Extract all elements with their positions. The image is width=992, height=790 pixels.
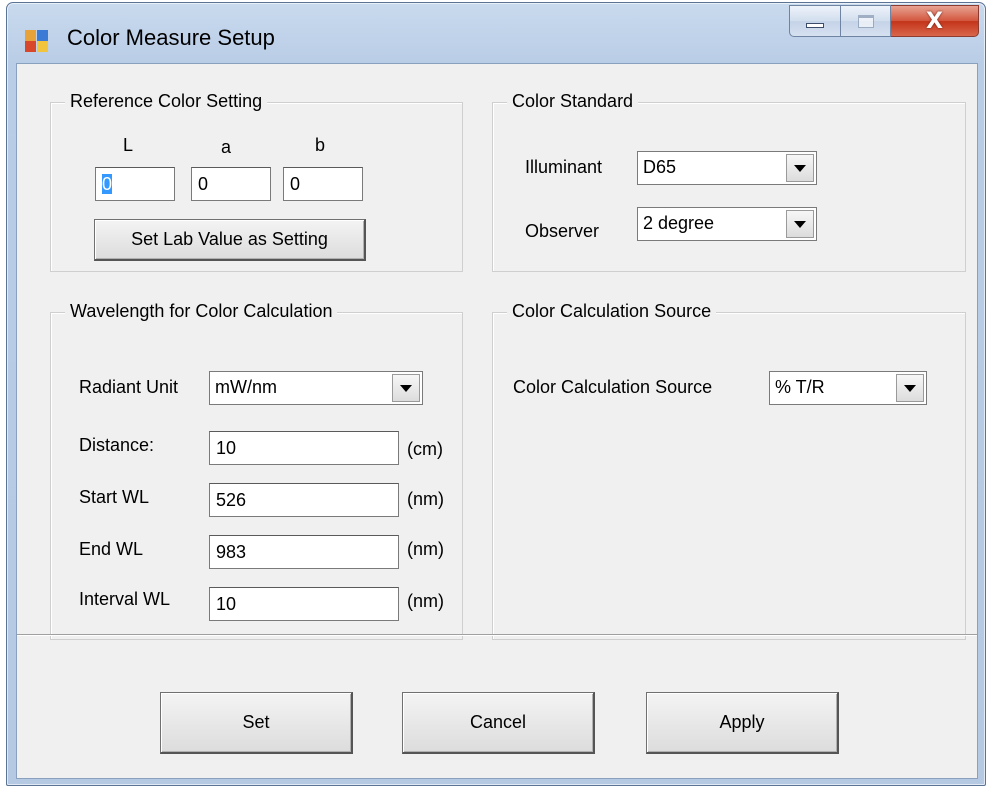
maximize-icon bbox=[857, 14, 874, 28]
dropdown-arrow-icon[interactable] bbox=[896, 374, 924, 402]
end-wl-value: 983 bbox=[216, 542, 247, 562]
l-input[interactable]: 0 bbox=[95, 167, 175, 201]
start-wl-value: 526 bbox=[216, 490, 247, 510]
reference-color-legend: Reference Color Setting bbox=[65, 91, 268, 112]
minimize-button[interactable] bbox=[789, 5, 841, 37]
illuminant-value: D65 bbox=[643, 157, 677, 177]
distance-unit: (cm) bbox=[407, 439, 443, 459]
color-standard-group: Color Standard Illuminant D65 Observer 2… bbox=[492, 91, 966, 272]
a-label: a bbox=[221, 137, 232, 157]
dialog-client-area: Reference Color Setting L a b 0 0 0 Set … bbox=[16, 63, 978, 779]
set-lab-value-button[interactable]: Set Lab Value as Setting bbox=[94, 219, 366, 261]
caption-buttons: X bbox=[789, 5, 979, 37]
cancel-button[interactable]: Cancel bbox=[402, 692, 595, 754]
calc-source-label: Color Calculation Source bbox=[513, 377, 713, 397]
wavelength-group: Wavelength for Color Calculation Radiant… bbox=[50, 301, 463, 640]
interval-wl-input[interactable]: 10 bbox=[209, 587, 399, 621]
dropdown-arrow-icon[interactable] bbox=[786, 154, 814, 182]
apply-button[interactable]: Apply bbox=[646, 692, 839, 754]
illuminant-label: Illuminant bbox=[525, 157, 603, 177]
start-wl-input[interactable]: 526 bbox=[209, 483, 399, 517]
dialog-window: Color Measure Setup X Reference Color Se… bbox=[6, 2, 986, 786]
calc-source-value: % T/R bbox=[775, 377, 825, 397]
distance-value: 10 bbox=[216, 438, 237, 458]
close-icon: X bbox=[926, 8, 943, 34]
end-wl-label: End WL bbox=[79, 539, 144, 559]
b-input[interactable]: 0 bbox=[283, 167, 363, 201]
end-wl-input[interactable]: 983 bbox=[209, 535, 399, 569]
minimize-icon bbox=[806, 22, 824, 28]
observer-select[interactable]: 2 degree bbox=[637, 207, 817, 241]
set-button[interactable]: Set bbox=[160, 692, 353, 754]
interval-wl-value: 10 bbox=[216, 594, 237, 614]
start-wl-unit: (nm) bbox=[407, 489, 444, 509]
end-wl-unit: (nm) bbox=[407, 539, 444, 559]
close-button[interactable]: X bbox=[891, 5, 979, 37]
interval-wl-label: Interval WL bbox=[79, 589, 171, 609]
interval-wl-unit: (nm) bbox=[407, 591, 444, 611]
window-title: Color Measure Setup bbox=[67, 25, 275, 50]
color-standard-legend: Color Standard bbox=[507, 91, 639, 112]
radiant-unit-label: Radiant Unit bbox=[79, 377, 179, 397]
reference-color-group: Reference Color Setting L a b 0 0 0 Set … bbox=[50, 91, 463, 272]
a-input[interactable]: 0 bbox=[191, 167, 271, 201]
illuminant-select[interactable]: D65 bbox=[637, 151, 817, 185]
app-icon bbox=[25, 28, 49, 52]
maximize-button bbox=[841, 5, 891, 37]
observer-value: 2 degree bbox=[643, 213, 715, 233]
b-label: b bbox=[315, 135, 326, 155]
observer-label: Observer bbox=[525, 221, 600, 241]
distance-input[interactable]: 10 bbox=[209, 431, 399, 465]
l-label: L bbox=[123, 135, 134, 155]
wavelength-legend: Wavelength for Color Calculation bbox=[65, 301, 338, 322]
radiant-unit-value: mW/nm bbox=[215, 377, 277, 397]
calc-source-select[interactable]: % T/R bbox=[769, 371, 927, 405]
title-bar[interactable]: Color Measure Setup X bbox=[7, 3, 985, 63]
distance-label: Distance: bbox=[79, 435, 155, 455]
a-input-value: 0 bbox=[198, 174, 209, 194]
l-input-value: 0 bbox=[102, 174, 113, 194]
dropdown-arrow-icon[interactable] bbox=[786, 210, 814, 238]
button-separator bbox=[17, 634, 977, 636]
calc-source-legend: Color Calculation Source bbox=[507, 301, 717, 322]
start-wl-label: Start WL bbox=[79, 487, 150, 507]
dropdown-arrow-icon[interactable] bbox=[392, 374, 420, 402]
calc-source-group: Color Calculation Source Color Calculati… bbox=[492, 301, 966, 640]
radiant-unit-select[interactable]: mW/nm bbox=[209, 371, 423, 405]
b-input-value: 0 bbox=[290, 174, 301, 194]
